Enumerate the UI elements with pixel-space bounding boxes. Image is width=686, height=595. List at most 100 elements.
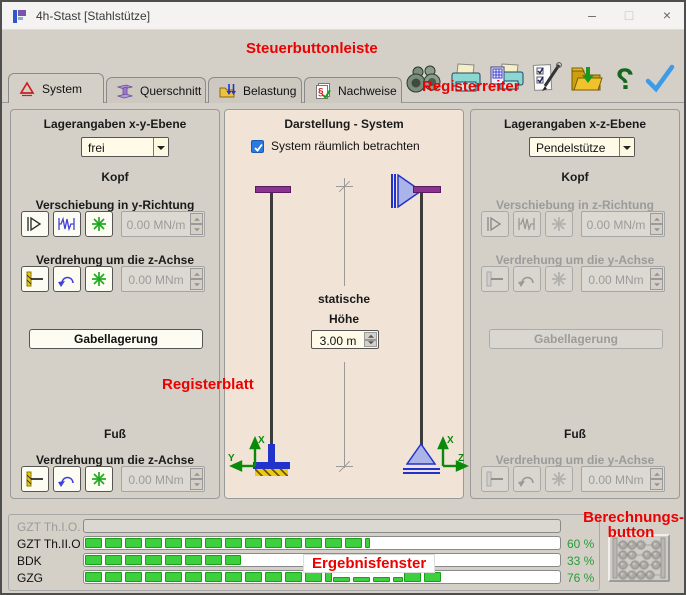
progress-segment xyxy=(185,555,202,565)
support-type-select-xz[interactable]: Pendelstütze xyxy=(529,137,635,157)
progress-segment xyxy=(85,538,102,548)
spin-up-icon xyxy=(650,468,663,479)
progress-segment xyxy=(353,577,370,582)
clamped-support-button xyxy=(481,266,509,292)
rotation-spring-button[interactable] xyxy=(53,266,81,292)
asterisk-icon xyxy=(88,470,110,488)
checklist-pen-icon xyxy=(528,61,566,97)
panel-title: Lagerangaben x-z-Ebene xyxy=(471,117,679,131)
field-value: 0.00 MNm xyxy=(582,473,650,487)
result-label: GZT Th.II.O xyxy=(17,537,81,551)
tab-nachweise[interactable]: § Nachweise xyxy=(304,77,402,103)
progress-segment xyxy=(265,572,282,582)
height-field[interactable]: 3.00 m xyxy=(311,330,379,349)
confirm-button[interactable] xyxy=(642,61,678,97)
translation-label: Verschiebung in y-Richtung xyxy=(11,198,219,212)
support-triangle-icon xyxy=(19,81,35,97)
dropdown-arrow-button[interactable] xyxy=(153,138,168,156)
dropdown-arrow-button[interactable] xyxy=(619,138,634,156)
fixed-support-stem xyxy=(268,444,275,462)
progress-segment xyxy=(145,555,162,565)
spring-support-button[interactable] xyxy=(53,211,81,237)
question-mark-icon: ? xyxy=(610,61,638,97)
chevron-down-icon xyxy=(623,146,631,154)
foot-heading: Fuß xyxy=(471,427,679,441)
progress-segment xyxy=(105,538,122,548)
free-support-button[interactable] xyxy=(85,211,113,237)
free-rotation-button[interactable] xyxy=(85,266,113,292)
progress-segment xyxy=(85,555,102,565)
panel-system-view: Darstellung - System System räumlich bet… xyxy=(224,109,464,499)
progress-segment xyxy=(165,572,182,582)
help-button[interactable]: ? xyxy=(610,61,638,97)
progress-segment xyxy=(105,572,122,582)
progress-segment xyxy=(145,572,162,582)
support-rigid-button[interactable] xyxy=(21,211,49,237)
progress-segment xyxy=(285,538,302,548)
progress-segment xyxy=(365,538,370,548)
field-value: 0.00 MNm xyxy=(122,473,190,487)
height-label-2: Höhe xyxy=(225,312,463,326)
abacus-icon xyxy=(610,536,668,580)
annotation-toolbar: Steuerbuttonleiste xyxy=(246,40,378,57)
clamped-support-button[interactable] xyxy=(21,266,49,292)
rotation-spring-button[interactable] xyxy=(53,466,81,492)
beam-profile-icon xyxy=(117,83,133,99)
maximize-button[interactable]: □ xyxy=(612,2,646,29)
progress-segment xyxy=(185,538,202,548)
spin-up-icon xyxy=(190,213,203,224)
panel-title: Lagerangaben x-y-Ebene xyxy=(11,117,219,131)
clamped-support-button[interactable] xyxy=(21,466,49,492)
chevron-down-icon xyxy=(157,146,165,154)
rotation-spring-button xyxy=(513,466,541,492)
dimension-line xyxy=(344,362,345,468)
spring-support-button xyxy=(513,211,541,237)
tab-system[interactable]: System xyxy=(8,73,104,103)
calculate-button[interactable] xyxy=(608,534,670,582)
annotation-tabs: Registerreiter xyxy=(422,78,520,95)
progress-segment xyxy=(305,572,322,582)
spin-down-icon xyxy=(650,479,663,490)
progress-segment xyxy=(325,538,342,548)
tab-belastung[interactable]: Belastung xyxy=(208,77,302,103)
close-button[interactable]: × xyxy=(650,2,684,29)
svg-text:?: ? xyxy=(616,63,634,96)
field-value: 3.00 m xyxy=(312,334,364,348)
spinner[interactable] xyxy=(364,332,377,347)
progress-segment xyxy=(125,555,142,565)
asterisk-icon xyxy=(548,470,570,488)
progress-segment xyxy=(325,572,332,582)
support-type-select-xy[interactable]: frei xyxy=(81,137,169,157)
column-cap-xz xyxy=(413,186,441,193)
app-icon xyxy=(12,8,29,25)
save-button[interactable] xyxy=(568,61,606,97)
checkmark-icon xyxy=(642,61,678,97)
foot-rotation-label: Verdrehung um die y-Achse xyxy=(471,453,679,467)
annotation-sheet: Registerblatt xyxy=(162,376,254,393)
free-rotation-button[interactable] xyxy=(85,466,113,492)
checklist-button[interactable] xyxy=(528,61,566,97)
progress-segment xyxy=(265,538,282,548)
spin-down-icon xyxy=(650,279,663,290)
result-label: BDK xyxy=(17,554,42,568)
progress-segment xyxy=(345,538,362,548)
minimize-button[interactable]: – xyxy=(575,2,609,29)
spin-up-icon[interactable] xyxy=(364,332,377,340)
tab-querschnitt[interactable]: Querschnitt xyxy=(106,77,206,103)
fork-bearing-button[interactable]: Gabellagerung xyxy=(29,329,203,349)
spin-up-icon xyxy=(650,268,663,279)
free-rotation-button xyxy=(545,466,573,492)
spatial-view-checkbox[interactable] xyxy=(251,140,264,153)
axis-label: X xyxy=(447,435,454,446)
result-label: GZG xyxy=(17,571,43,585)
free-rotation-button xyxy=(545,266,573,292)
axes-xz-icon: X Z xyxy=(431,432,471,474)
fixed-clamp-icon xyxy=(24,470,46,488)
progress-segment xyxy=(165,555,182,565)
rotational-spring-icon xyxy=(56,470,78,488)
foot-heading: Fuß xyxy=(11,427,219,441)
tab-label: Querschnitt xyxy=(140,84,201,98)
field-value: 0.00 MN/m xyxy=(122,218,190,232)
spin-down-icon[interactable] xyxy=(364,340,377,348)
axes-xy-icon: X Y xyxy=(227,432,267,474)
